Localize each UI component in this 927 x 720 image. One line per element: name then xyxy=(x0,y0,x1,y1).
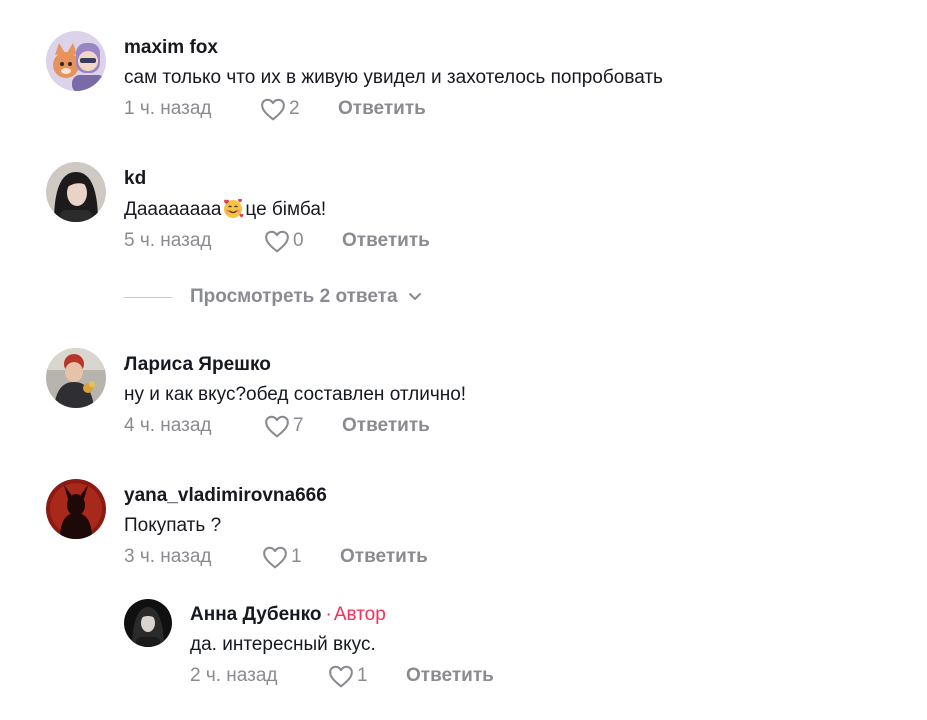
view-replies-button[interactable]: Просмотреть 2 ответа xyxy=(124,286,422,308)
comment-meta: 1 ч. назад 2 Ответить xyxy=(124,97,663,121)
like-count: 0 xyxy=(293,230,304,251)
cartoon-avatar-icon xyxy=(46,31,106,91)
reply-button[interactable]: Ответить xyxy=(342,230,430,252)
comment-text-part: це бімба! xyxy=(245,199,327,220)
comment-text: ну и как вкус?обед составлен отлично! xyxy=(124,384,467,405)
comment-text: сам только что их в живую увидел и захот… xyxy=(124,67,663,88)
heart-icon xyxy=(265,415,289,438)
comment-time: 4 ч. назад xyxy=(124,415,212,436)
separator-dot: · xyxy=(325,604,332,625)
author-badge: Автор xyxy=(333,604,386,625)
avatar[interactable] xyxy=(46,348,106,408)
heart-icon xyxy=(261,98,285,121)
avatar[interactable] xyxy=(124,599,172,647)
avatar[interactable] xyxy=(46,31,106,91)
reply-button[interactable]: Ответить xyxy=(406,665,494,687)
like-count: 2 xyxy=(289,98,300,119)
like-button[interactable]: 7 xyxy=(264,414,342,438)
like-count: 7 xyxy=(293,415,304,436)
like-count: 1 xyxy=(291,546,302,567)
photo-avatar-icon xyxy=(46,162,106,222)
comment-time: 1 ч. назад xyxy=(124,98,212,119)
reply-username: Анна Дубенко · Автор xyxy=(190,603,494,627)
reply-button[interactable]: Ответить xyxy=(338,98,426,120)
smiling-face-with-hearts-icon xyxy=(222,197,244,219)
like-button[interactable]: 1 xyxy=(262,545,340,569)
comment-username[interactable]: maxim fox xyxy=(124,36,663,60)
avatar[interactable] xyxy=(46,162,106,222)
comment-meta: 4 ч. назад 7 Ответить xyxy=(124,414,466,438)
heart-icon xyxy=(329,665,353,688)
comment-username[interactable]: yana_vladimirovna666 xyxy=(124,484,428,508)
photo-avatar-icon xyxy=(46,348,106,408)
photo-avatar-icon xyxy=(124,599,172,647)
comment-meta: 5 ч. назад 0 Ответить xyxy=(124,229,430,253)
comment-username[interactable]: Лариса Ярешко xyxy=(124,353,466,377)
like-button[interactable]: 0 xyxy=(264,229,342,253)
avatar[interactable] xyxy=(46,479,106,539)
comment-username[interactable]: kd xyxy=(124,167,430,191)
reply-meta: 2 ч. назад 1 Ответить xyxy=(190,664,494,688)
reply-text: да. интересный вкус. xyxy=(190,634,376,655)
like-count: 1 xyxy=(357,665,368,686)
reply-button[interactable]: Ответить xyxy=(342,415,430,437)
divider-line xyxy=(124,296,172,298)
devil-silhouette-avatar-icon xyxy=(46,479,106,539)
reply-time: 2 ч. назад xyxy=(190,665,278,686)
comment-text-part: Даааааааа xyxy=(124,199,222,220)
reply-button[interactable]: Ответить xyxy=(340,546,428,568)
comment-time: 5 ч. назад xyxy=(124,230,212,251)
heart-icon xyxy=(263,546,287,569)
comment-meta: 3 ч. назад 1 Ответить xyxy=(124,545,428,569)
reply-username-text[interactable]: Анна Дубенко xyxy=(190,604,322,625)
like-button[interactable]: 2 xyxy=(260,97,338,121)
heart-icon xyxy=(265,230,289,253)
comment-text: Покупать ? xyxy=(124,515,222,536)
comment-time: 3 ч. назад xyxy=(124,546,212,567)
chevron-down-icon xyxy=(408,293,421,300)
view-replies-label: Просмотреть 2 ответа xyxy=(190,286,398,307)
comment-text: Даааааааа це бімба! xyxy=(124,197,430,222)
like-button[interactable]: 1 xyxy=(328,664,406,688)
